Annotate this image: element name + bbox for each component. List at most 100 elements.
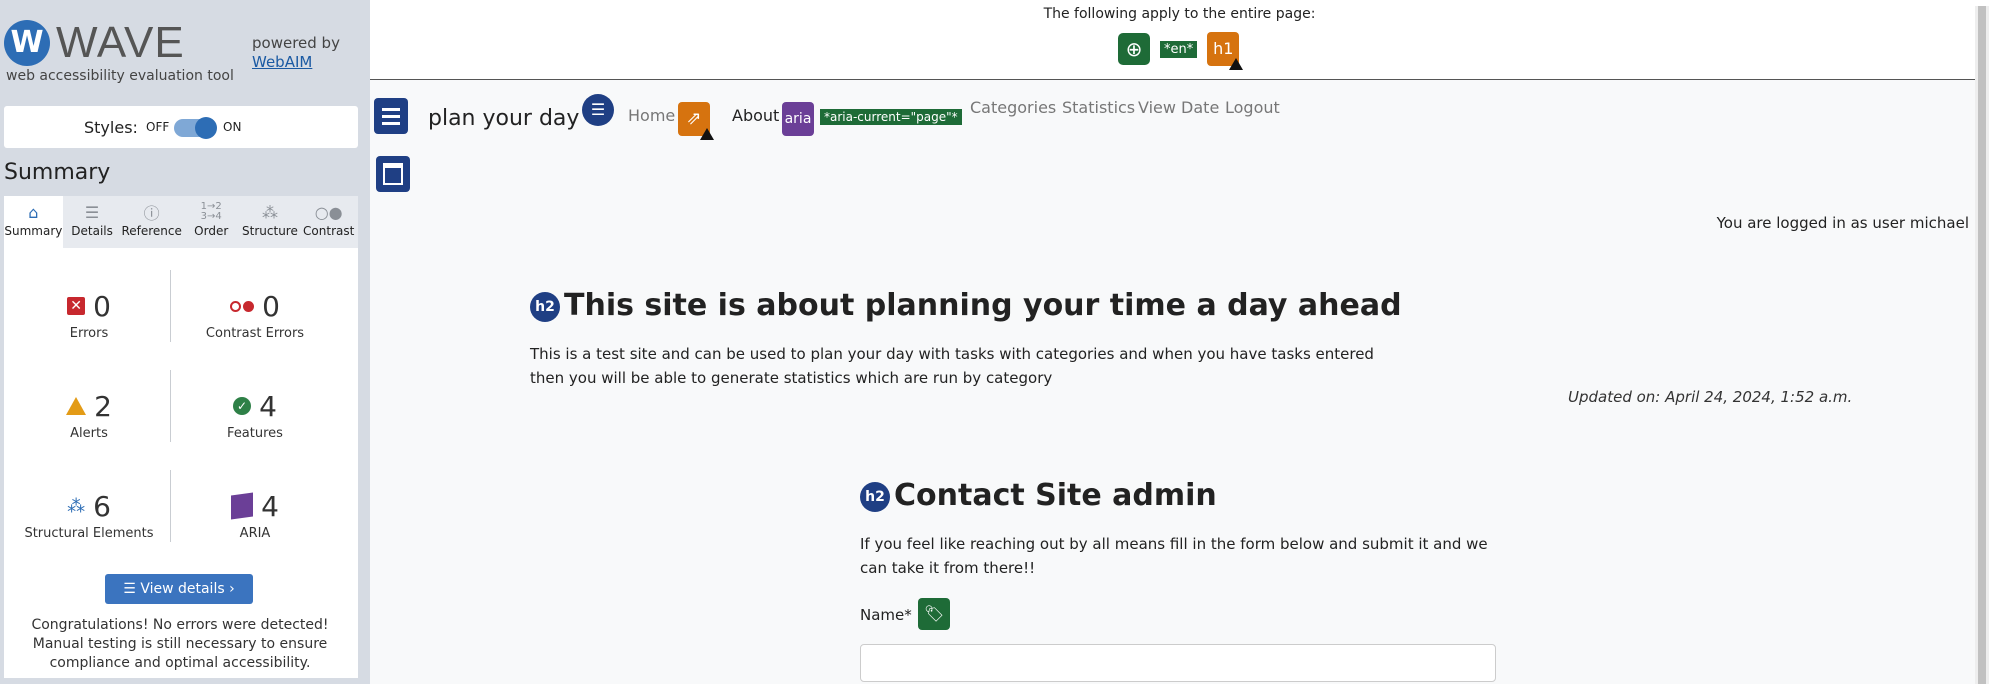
stat-structural[interactable]: ⁂ 6 Structural Elements [4,486,174,542]
nav-categories[interactable]: Categories [970,98,1056,117]
page-heading-2: h2 Contact Site admin [860,478,1217,513]
heading-text: Contact Site admin [894,478,1217,513]
error-icon: ✕ [67,297,86,315]
view-details-label: View details › [140,581,235,597]
main-region-icon[interactable] [376,156,410,192]
h2-icon[interactable]: h2 [530,291,560,322]
tab-label: Summary [4,224,63,238]
tab-structure[interactable]: ⁂ Structure [241,196,300,248]
stat-features[interactable]: ✓ 4 Features [170,386,340,442]
wave-header: W WAVE web accessibility evaluation tool… [0,0,370,92]
page-notice: The following apply to the entire page: … [370,6,1989,80]
features-count: 4 [259,389,277,423]
updated-timestamp: Updated on: April 24, 2024, 1:52 a.m. [1568,388,1853,406]
structure-icon: ⁂ [261,202,278,222]
congrats-message: Congratulations! No errors were detected… [31,617,329,671]
globe-icon[interactable]: ⊕ [1118,33,1150,65]
wave-logo-icon[interactable]: W [4,20,50,66]
missing-h1-alert-icon[interactable]: h1 [1207,32,1244,70]
lang-badge[interactable]: *en* [1160,40,1198,58]
alert-icon [66,397,87,415]
tab-label: Order [194,224,229,238]
alerts-label: Alerts [70,426,108,441]
contrast-errors-label: Contrast Errors [205,326,305,341]
info-icon: ⓘ [143,204,160,223]
intro-paragraph: This is a test site and can be used to p… [530,345,1374,387]
tab-details[interactable]: ☰ Details [63,196,122,248]
wave-sidebar: W WAVE web accessibility evaluation tool… [0,0,370,684]
scrollbar-thumb[interactable] [1978,6,1986,684]
contact-paragraph: If you feel like reaching out by all mea… [860,535,1488,577]
tab-reference[interactable]: ⓘ Reference [121,196,181,248]
stat-aria[interactable]: 4 ARIA [170,486,340,541]
webaim-link[interactable]: WebAIM [252,53,340,72]
structure-tree-icon: ⁂ [67,495,86,517]
toggle-knob [195,117,217,139]
header-structure-icon[interactable] [374,98,408,134]
h1-label: h1 [1213,39,1234,58]
styles-toggle[interactable] [174,117,217,139]
tab-summary[interactable]: ⌂ Summary [4,196,63,248]
form-label-tag-icon[interactable]: 🏷 [918,598,950,630]
h2-icon[interactable]: h2 [860,481,890,512]
order-icon: 1→2 3→4 [200,201,222,222]
aria-cube-icon [231,492,254,520]
errors-label: Errors [69,326,109,341]
evaluated-page: The following apply to the entire page: … [370,0,1989,684]
contrast-error-icon [230,300,255,312]
nav-logout[interactable]: Logout [1225,98,1280,117]
wave-title: WAVE [56,18,185,67]
tab-contrast[interactable]: ○● Contrast [299,196,358,248]
list-icon: ☰ [123,581,141,597]
summary-panel: ✕ 0 Errors 0 Contrast Errors 2 Alerts ✓ 4 … [4,248,358,678]
page-scrollbar[interactable] [1975,6,1989,684]
page-heading-1: h2 This site is about planning your time … [530,288,1402,323]
summary-title: Summary [4,160,111,185]
nav-view-date[interactable]: View Date [1138,98,1219,117]
wave-subtitle: web accessibility evaluation tool [6,68,234,84]
powered-by: powered by WebAIM [252,34,340,72]
styles-off-label: OFF [146,120,170,134]
name-label: Name* [860,606,912,624]
powered-by-text: powered by [252,34,340,52]
styles-label: Styles: [84,118,138,137]
warning-icon [700,128,714,140]
aria-count: 4 [261,489,279,523]
home-icon: ⌂ [28,202,39,222]
nav-home[interactable]: Home [628,106,675,125]
features-label: Features [227,426,283,441]
wave-tabs: ⌂ Summary ☰ Details ⓘ Reference 1→2 3→4 O… [4,196,358,248]
page-icons: ⊕ *en* h1 [1118,32,1244,70]
app-root: W WAVE web accessibility evaluation tool… [0,0,1989,684]
heading-text: This site is about planning your time a … [564,288,1402,323]
brand[interactable]: plan your day [428,106,579,131]
tab-order[interactable]: 1→2 3→4 Order [182,196,241,248]
aria-label: ARIA [239,526,271,541]
tab-label: Reference [121,224,182,238]
tab-label: Structure [242,224,298,238]
unordered-list-icon[interactable]: ☰ [582,94,614,126]
logged-in-text: You are logged in as user michael [1716,214,1969,232]
structural-count: 6 [93,489,111,523]
list-icon: ☰ [84,202,100,222]
page-notice-text: The following apply to the entire page: [1043,6,1316,22]
site-nav: plan your day ☰ Home ⇗ About aria *aria-… [370,90,1989,156]
aria-icon[interactable]: aria [782,102,814,136]
nav-statistics[interactable]: Statistics [1062,98,1135,117]
feature-check-icon: ✓ [233,397,252,415]
nav-about[interactable]: About [732,106,779,125]
stat-alerts[interactable]: 2 Alerts [4,386,174,441]
tab-label: Contrast [303,224,355,238]
name-input[interactable] [860,644,1496,682]
styles-on-label: ON [223,120,242,134]
tab-label: Details [71,224,113,238]
redundant-link-alert-icon[interactable]: ⇗ [678,102,714,140]
contrast-errors-count: 0 [262,289,280,323]
errors-count: 0 [93,289,111,323]
aria-current-badge[interactable]: *aria-current="page"* [820,109,962,125]
stat-errors[interactable]: ✕ 0 Errors [4,286,174,341]
warning-icon [1229,58,1244,70]
alerts-count: 2 [94,389,112,423]
stat-contrast-errors[interactable]: 0 Contrast Errors [170,286,340,342]
view-details-button[interactable]: ☰ View details › [105,574,253,604]
